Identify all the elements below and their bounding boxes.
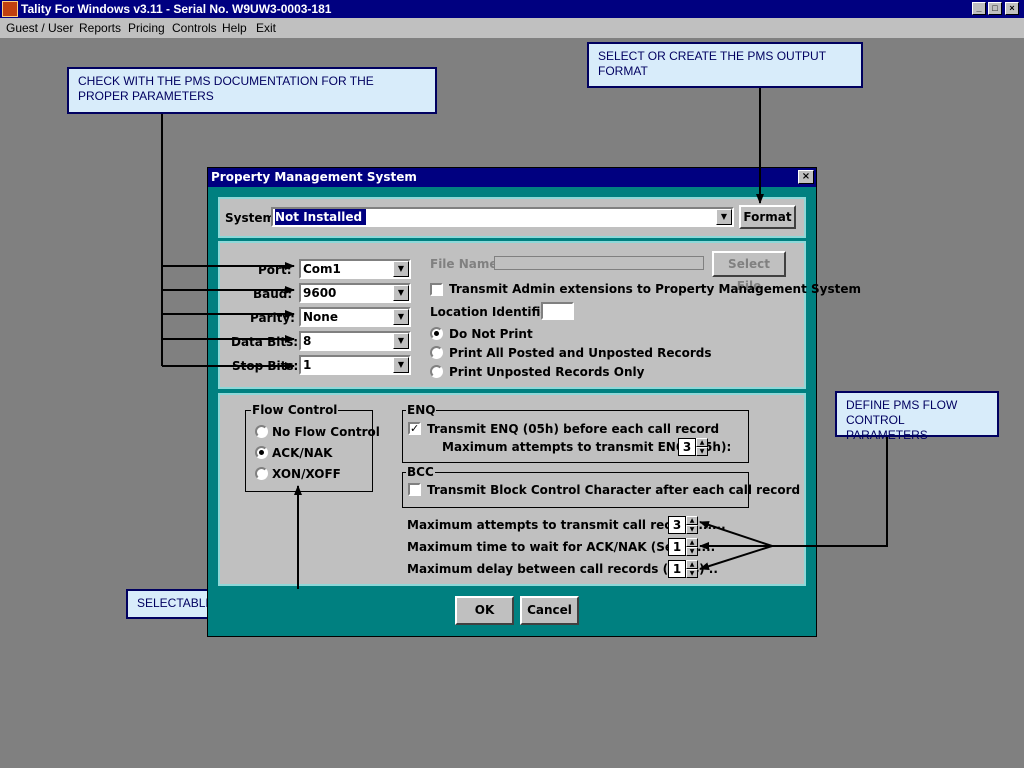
do-not-print-label: Do Not Print (449, 327, 533, 341)
chevron-down-icon[interactable]: ▼ (393, 357, 409, 373)
max-delay-spinner[interactable]: 1 ▲ ▼ (668, 560, 700, 578)
location-input[interactable] (541, 302, 574, 320)
spin-down-icon[interactable]: ▼ (686, 525, 698, 534)
enq-attempts-value: 3 (678, 438, 696, 456)
baud-value: 9600 (303, 286, 337, 300)
port-value: Com1 (303, 262, 341, 276)
max-wait-value: 1 (668, 538, 686, 556)
radio-xon-xoff[interactable] (255, 467, 268, 480)
chevron-down-icon[interactable]: ▼ (393, 285, 409, 301)
filename-label: File Name: (430, 257, 503, 271)
flow-control-title: Flow Control (251, 403, 339, 417)
radio-print-unposted[interactable] (430, 365, 443, 378)
chevron-down-icon[interactable]: ▼ (393, 261, 409, 277)
menu-help[interactable]: Help (222, 18, 247, 38)
no-flow-label: No Flow Control (272, 425, 380, 439)
flow-panel: Flow Control No Flow Control ACK/NAK XON… (218, 393, 806, 586)
stopbits-label: Stop Bits: (232, 359, 299, 373)
location-label: Location Identifier: (430, 305, 560, 319)
dialog-close-button[interactable]: × (798, 170, 814, 184)
databits-select[interactable]: 8 ▼ (299, 331, 411, 351)
max-delay-value: 1 (668, 560, 686, 578)
spin-down-icon[interactable]: ▼ (686, 547, 698, 556)
menu-bar: Guest / User Reports Pricing Controls He… (0, 18, 1024, 38)
cancel-button[interactable]: Cancel (520, 596, 579, 625)
port-label: Port: (258, 263, 292, 277)
enq-title: ENQ (406, 403, 437, 417)
transmit-enq-label: Transmit ENQ (05h) before each call reco… (427, 422, 720, 436)
transmit-admin-checkbox[interactable] (430, 283, 443, 296)
print-unposted-label: Print Unposted Records Only (449, 365, 645, 379)
maximize-button[interactable]: □ (988, 2, 1002, 15)
spin-down-icon[interactable]: ▼ (686, 569, 698, 578)
radio-print-all[interactable] (430, 346, 443, 359)
databits-value: 8 (303, 334, 312, 348)
radio-do-not-print[interactable] (430, 327, 443, 340)
menu-pricing[interactable]: Pricing (128, 18, 165, 38)
bcc-title: BCC (406, 465, 435, 479)
stopbits-select[interactable]: 1 ▼ (299, 355, 411, 375)
menu-controls[interactable]: Controls (172, 18, 217, 38)
transmit-bcc-checkbox[interactable] (408, 483, 421, 496)
enq-attempts-spinner[interactable]: 3 ▲ ▼ (678, 438, 710, 456)
select-file-button[interactable]: Select File (712, 251, 786, 293)
format-button[interactable]: Format (739, 205, 796, 229)
menu-reports[interactable]: Reports (79, 18, 121, 38)
print-all-label: Print All Posted and Unposted Records (449, 346, 712, 360)
system-value: Not Installed (275, 209, 367, 225)
app-logo-icon (2, 1, 18, 17)
close-window-button[interactable]: × (1005, 2, 1019, 15)
radio-ack-nak[interactable] (255, 446, 268, 459)
spin-up-icon[interactable]: ▲ (686, 560, 698, 569)
port-select[interactable]: Com1 ▼ (299, 259, 411, 279)
parity-select[interactable]: None ▼ (299, 307, 411, 327)
filename-input[interactable] (494, 256, 704, 270)
system-select[interactable]: Not Installed ▼ (271, 207, 734, 227)
max-wait-spinner[interactable]: 1 ▲ ▼ (668, 538, 700, 556)
spin-up-icon[interactable]: ▲ (686, 538, 698, 547)
minimize-button[interactable]: _ (972, 2, 986, 15)
spin-down-icon[interactable]: ▼ (696, 447, 708, 456)
chevron-down-icon[interactable]: ▼ (716, 209, 732, 225)
app-title-bar: Tality For Windows v3.11 - Serial No. W9… (0, 0, 1024, 18)
chevron-down-icon[interactable]: ▼ (393, 333, 409, 349)
databits-label: Data Bits: (231, 335, 299, 349)
transmit-admin-label: Transmit Admin extensions to Property Ma… (449, 282, 861, 296)
baud-label: Baud: (253, 287, 293, 301)
radio-no-flow[interactable] (255, 425, 268, 438)
max-attempts-spinner[interactable]: 3 ▲ ▼ (668, 516, 700, 534)
callout-define-flow: DEFINE PMS FLOW CONTROL PARAMETERS (835, 391, 999, 442)
spin-up-icon[interactable]: ▲ (696, 438, 708, 447)
transmit-bcc-label: Transmit Block Control Character after e… (427, 483, 801, 497)
parity-label: Parity: (250, 311, 295, 325)
spin-up-icon[interactable]: ▲ (686, 516, 698, 525)
callout-select-format: SELECT OR CREATE THE PMS OUTPUT FORMAT (587, 42, 863, 88)
callout-check-pms: CHECK WITH THE PMS DOCUMENTATION FOR THE… (67, 67, 437, 114)
parameters-panel: Port: Com1 ▼ Baud: 9600 ▼ Parity: None ▼… (218, 241, 861, 389)
transmit-enq-checkbox[interactable]: ✓ (408, 422, 421, 435)
dialog-title: Property Management System (211, 170, 417, 184)
chevron-down-icon[interactable]: ▼ (393, 309, 409, 325)
pms-dialog: Property Management System × System: Not… (207, 167, 861, 637)
ack-nak-label: ACK/NAK (272, 446, 333, 460)
menu-guest-user[interactable]: Guest / User (6, 18, 73, 38)
menu-exit[interactable]: Exit (256, 18, 276, 38)
xon-xoff-label: XON/XOFF (272, 467, 341, 481)
dialog-title-bar: Property Management System × (208, 168, 816, 187)
system-panel: System: Not Installed ▼ Format (218, 197, 806, 238)
app-title: Tality For Windows v3.11 - Serial No. W9… (21, 2, 332, 16)
max-attempts-value: 3 (668, 516, 686, 534)
stopbits-value: 1 (303, 358, 312, 372)
baud-select[interactable]: 9600 ▼ (299, 283, 411, 303)
ok-button[interactable]: OK (455, 596, 514, 625)
parity-value: None (303, 310, 338, 324)
